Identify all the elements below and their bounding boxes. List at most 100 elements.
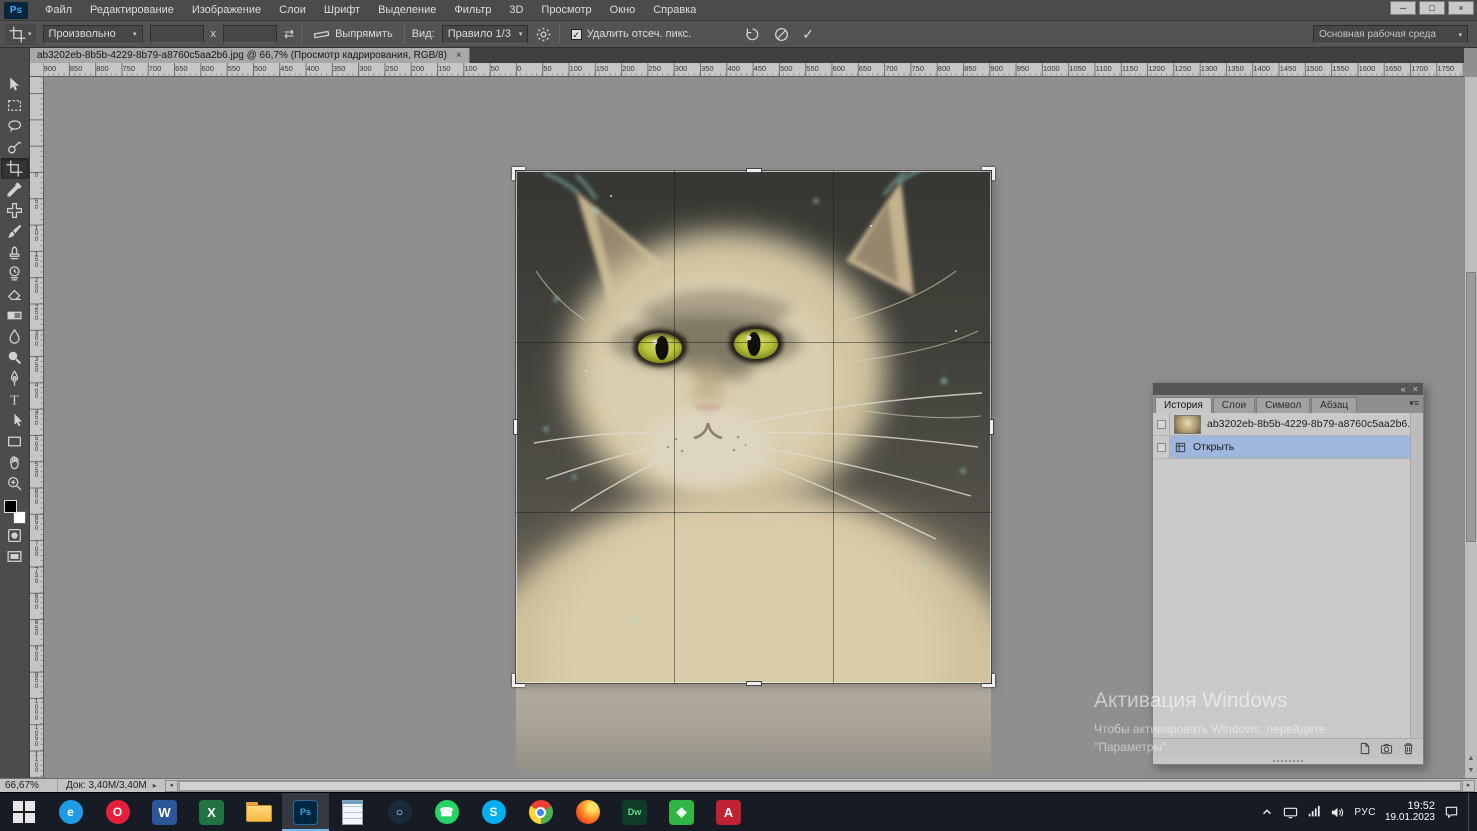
show-desktop-button[interactable] <box>1468 793 1473 831</box>
acrobat-icon[interactable]: A <box>705 793 752 831</box>
menu-item-4[interactable]: Шрифт <box>315 0 369 21</box>
new-snapshot-icon[interactable] <box>1380 742 1393 755</box>
horizontal-scrollbar[interactable]: ◂ ▸ <box>165 780 1475 792</box>
rectangle-tool[interactable] <box>1 431 29 452</box>
clock[interactable]: 19:52 19.01.2023 <box>1385 800 1435 824</box>
action-center-icon[interactable] <box>1444 805 1459 820</box>
panel-resize-grip[interactable] <box>1153 758 1423 764</box>
lasso-tool[interactable] <box>1 116 29 137</box>
menu-item-6[interactable]: Фильтр <box>445 0 500 21</box>
zoom-tool[interactable] <box>1 473 29 494</box>
maximize-button[interactable]: □ <box>1419 1 1445 15</box>
opera-icon[interactable]: O <box>94 793 141 831</box>
swap-dimensions-icon[interactable]: ⇄ <box>284 27 294 41</box>
menu-item-8[interactable]: Просмотр <box>532 0 600 21</box>
reset-crop-icon[interactable] <box>744 26 761 43</box>
document-tab[interactable]: ab3202eb-8b5b-4229-8b79-a8760c5aa2b6.jpg… <box>30 48 470 63</box>
crop-tool[interactable] <box>1 158 29 179</box>
close-tab-icon[interactable]: × <box>456 50 462 61</box>
dreamweaver-icon[interactable]: Dw <box>611 793 658 831</box>
menu-item-7[interactable]: 3D <box>500 0 532 21</box>
hand-tool[interactable] <box>1 452 29 473</box>
history-brush-source-cell[interactable] <box>1153 436 1170 458</box>
panel-tab-3[interactable]: Абзац <box>1311 397 1357 413</box>
new-document-from-state-icon[interactable] <box>1358 742 1371 755</box>
steam-icon[interactable]: ○ <box>376 793 423 831</box>
panel-tab-2[interactable]: Символ <box>1256 397 1310 413</box>
eraser-tool[interactable] <box>1 284 29 305</box>
commit-crop-icon[interactable]: ✓ <box>802 26 814 43</box>
language-indicator[interactable]: РУС <box>1354 807 1376 818</box>
menu-item-3[interactable]: Слои <box>270 0 315 21</box>
crop-ratio-select[interactable]: Произвольно ▾ <box>43 25 143 44</box>
delete-state-icon[interactable] <box>1402 742 1415 755</box>
scroll-left-icon[interactable]: ◂ <box>166 781 178 791</box>
quick-mask-button[interactable] <box>1 525 29 546</box>
panel-tab-0[interactable]: История <box>1155 397 1212 413</box>
dodge-tool[interactable] <box>1 347 29 368</box>
crop-handle-bottom-left[interactable] <box>512 674 525 687</box>
quick-selection-tool[interactable] <box>1 137 29 158</box>
type-tool[interactable]: T <box>1 389 29 410</box>
chrome-icon[interactable] <box>517 793 564 831</box>
screen-mode-button[interactable] <box>1 546 29 567</box>
skype-icon[interactable]: S <box>470 793 517 831</box>
zoom-level[interactable]: 66,67% <box>5 780 53 791</box>
crop-handle-bottom[interactable] <box>746 681 762 686</box>
file-explorer-icon[interactable] <box>235 793 282 831</box>
tray-expand-icon[interactable] <box>1260 805 1274 819</box>
close-button[interactable]: × <box>1448 1 1474 15</box>
crop-handle-left[interactable] <box>513 419 518 435</box>
cancel-crop-icon[interactable] <box>773 26 790 43</box>
scroll-up-icon[interactable]: ▲ <box>1465 753 1477 765</box>
marquee-tool[interactable] <box>1 95 29 116</box>
start-button[interactable] <box>0 793 47 831</box>
notepad-icon[interactable] <box>329 793 376 831</box>
status-info-arrow-icon[interactable]: ▸ <box>153 781 157 790</box>
excel-icon[interactable]: X <box>188 793 235 831</box>
panel-tab-1[interactable]: Слои <box>1213 397 1255 413</box>
overlay-select[interactable]: Правило 1/3 ▾ <box>442 25 528 44</box>
history-panel-scrollbar[interactable] <box>1411 413 1423 738</box>
green-app-icon[interactable]: ◈ <box>658 793 705 831</box>
crop-handle-bottom-right[interactable] <box>982 674 995 687</box>
crop-width-input[interactable] <box>150 25 204 43</box>
path-selection-tool[interactable] <box>1 410 29 431</box>
crop-handle-top-left[interactable] <box>512 167 525 180</box>
clone-stamp-tool[interactable] <box>1 242 29 263</box>
crop-handle-right[interactable] <box>989 419 994 435</box>
history-snapshot-row[interactable]: ab3202eb-8b5b-4229-8b79-a8760c5aa2b6.jpg <box>1153 413 1410 436</box>
crop-handle-top[interactable] <box>746 168 762 173</box>
photoshop-icon[interactable]: Ps <box>282 793 329 831</box>
network-icon[interactable] <box>1307 805 1321 819</box>
scroll-down-icon[interactable]: ▼ <box>1465 765 1477 777</box>
history-state-row[interactable]: Открыть <box>1153 436 1410 459</box>
close-panel-icon[interactable]: × <box>1413 383 1418 395</box>
pen-tool[interactable] <box>1 368 29 389</box>
brush-tool[interactable] <box>1 221 29 242</box>
blur-tool[interactable] <box>1 326 29 347</box>
firefox-icon[interactable] <box>564 793 611 831</box>
tool-preset-picker[interactable]: ▾ <box>5 24 36 45</box>
workspace-select[interactable]: Основная рабочая среда ▾ <box>1313 25 1468 44</box>
whatsapp-icon[interactable]: ☎ <box>423 793 470 831</box>
crop-height-input[interactable] <box>223 25 277 43</box>
history-brush-tool[interactable] <box>1 263 29 284</box>
history-brush-source-cell[interactable] <box>1153 413 1170 435</box>
word-icon[interactable]: W <box>141 793 188 831</box>
vertical-scrollbar[interactable]: ▲ ▼ <box>1464 77 1477 778</box>
scroll-right-icon[interactable]: ▸ <box>1462 781 1474 791</box>
collapse-panel-icon[interactable]: « <box>1401 383 1406 395</box>
menu-item-2[interactable]: Изображение <box>183 0 270 21</box>
foreground-color-swatch[interactable] <box>4 500 17 513</box>
healing-brush-tool[interactable] <box>1 200 29 221</box>
straighten-button[interactable]: Выпрямить <box>309 24 397 45</box>
edge-icon[interactable]: e <box>47 793 94 831</box>
move-tool[interactable] <box>1 74 29 95</box>
menu-item-1[interactable]: Редактирование <box>81 0 183 21</box>
document-canvas[interactable] <box>516 171 991 683</box>
minimize-button[interactable]: ─ <box>1390 1 1416 15</box>
eyedropper-tool[interactable] <box>1 179 29 200</box>
delete-cropped-checkbox[interactable]: ✓ Удалить отсеч. пикс. <box>567 26 696 42</box>
volume-icon[interactable] <box>1330 805 1345 820</box>
